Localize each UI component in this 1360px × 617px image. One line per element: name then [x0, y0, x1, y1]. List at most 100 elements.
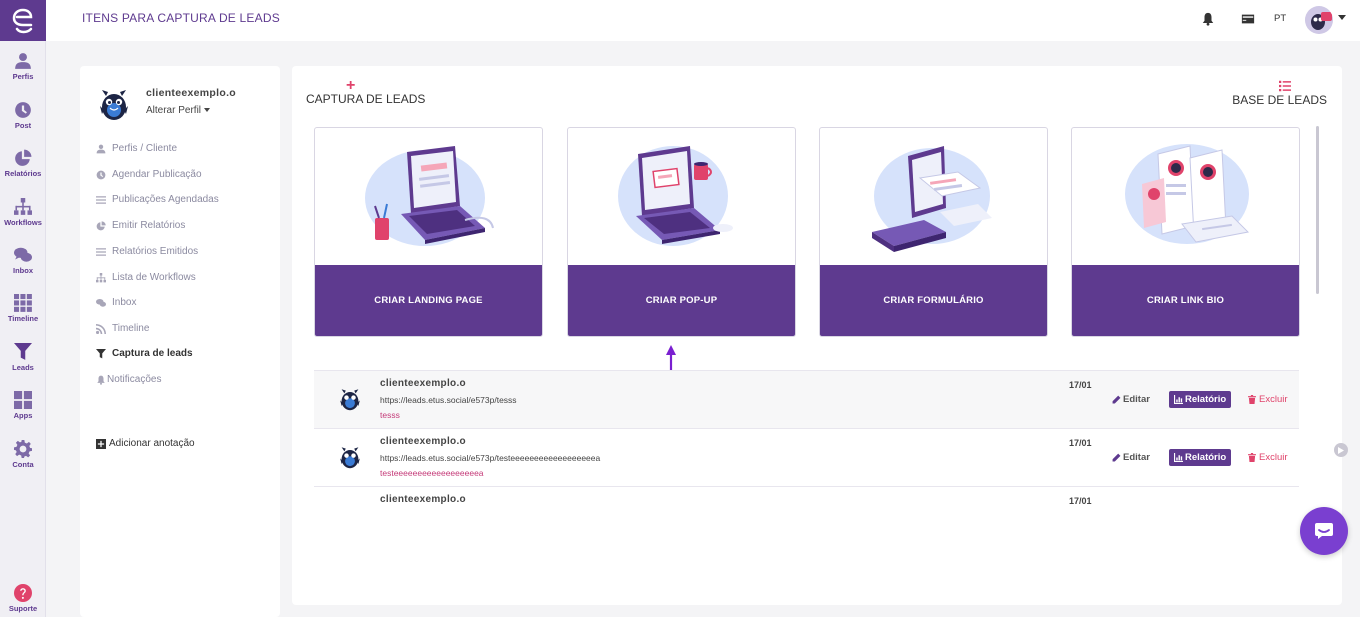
clock-icon	[96, 170, 106, 179]
card-button-label: CRIAR FORMULÁRIO	[820, 265, 1047, 336]
rail-item-inbox[interactable]: Inbox	[0, 246, 46, 275]
left-nav-rail: Perfis Post Relatórios Workflows Inbox T…	[0, 0, 46, 617]
rail-label: Inbox	[13, 266, 33, 275]
capture-leads-label: CAPTURA DE LEADS	[306, 92, 426, 106]
menu-item-label: Timeline	[112, 323, 150, 334]
list-item: clienteexemplo.o 17/01	[314, 486, 1299, 508]
report-label: Relatório	[1185, 452, 1227, 463]
rail-item-leads[interactable]: Leads	[0, 343, 46, 372]
menu-item-label: Emitir Relatórios	[112, 220, 186, 231]
chat-bubble-icon	[1315, 523, 1333, 539]
cards-scrollbar[interactable]	[1316, 126, 1319, 294]
clock-icon	[15, 102, 31, 118]
rail-label: Perfis	[12, 72, 34, 81]
language-selector[interactable]: PT	[1274, 13, 1286, 24]
rail-item-timeline[interactable]: Timeline	[0, 294, 46, 323]
report-label: Relatório	[1185, 394, 1227, 405]
rail-item-perfis[interactable]: Perfis	[0, 52, 46, 81]
rail-item-post[interactable]: Post	[0, 101, 46, 130]
rail-item-workflows[interactable]: Workflows	[0, 198, 46, 227]
gear-icon	[14, 440, 32, 458]
popup-illustration	[618, 146, 733, 246]
menu-item-relatorios-emitidos[interactable]: Relatórios Emitidos	[96, 246, 198, 257]
menu-item-notificacoes[interactable]: Notificações	[96, 374, 161, 385]
rail-label: Leads	[12, 363, 34, 372]
row-slug: testeeeeeeeeeeeeeeeeeea	[380, 468, 484, 478]
list-icon	[96, 247, 106, 256]
create-link-bio-card[interactable]: CRIAR LINK BIO	[1071, 127, 1300, 337]
trash-icon	[1248, 395, 1256, 404]
report-button[interactable]: Relatório	[1169, 449, 1232, 466]
menu-item-label: Agendar Publicação	[112, 169, 202, 180]
rail-item-apps[interactable]: Apps	[0, 391, 46, 420]
menu-item-agendar-publicacao[interactable]: Agendar Publicação	[96, 169, 202, 180]
leads-base-label: BASE DE LEADS	[1232, 93, 1327, 107]
rail-item-conta[interactable]: Conta	[0, 440, 46, 469]
credit-card-icon	[1241, 14, 1255, 24]
user-avatar[interactable]	[1305, 6, 1333, 34]
user-menu-caret[interactable]	[1338, 15, 1346, 20]
delete-label: Excluir	[1259, 452, 1288, 463]
menu-item-captura-leads[interactable]: Captura de leads	[96, 348, 193, 359]
rail-label: Workflows	[4, 218, 42, 227]
leads-list: clienteexemplo.o https://leads.etus.soci…	[314, 370, 1299, 508]
bell-icon	[97, 375, 105, 385]
list-item: clienteexemplo.o https://leads.etus.soci…	[314, 370, 1299, 428]
edit-label: Editar	[1123, 452, 1150, 463]
notifications-button[interactable]	[1201, 12, 1215, 31]
card-button-label: CRIAR LINK BIO	[1072, 265, 1299, 336]
rail-label: Relatórios	[4, 169, 42, 178]
play-icon	[1338, 446, 1344, 454]
rail-item-relatorios[interactable]: Relatórios	[0, 149, 46, 178]
side-panel-toggle[interactable]	[1334, 443, 1348, 457]
top-bar: ITENS PARA CAPTURA DE LEADS PT	[46, 0, 1360, 41]
report-button[interactable]: Relatório	[1169, 391, 1232, 408]
add-note-button[interactable]: Adicionar anotação	[96, 438, 195, 449]
rail-label: Timeline	[7, 314, 39, 323]
row-date: 17/01	[1069, 380, 1092, 390]
row-avatar-mascot-icon	[340, 447, 360, 469]
delete-button[interactable]: Excluir	[1248, 394, 1288, 405]
grid-icon	[14, 294, 32, 312]
bar-chart-icon	[1174, 395, 1183, 404]
edit-button[interactable]: Editar	[1112, 452, 1150, 463]
filter-icon	[96, 348, 106, 358]
row-url[interactable]: https://leads.etus.social/e573p/testeeee…	[380, 453, 600, 463]
row-avatar-mascot-icon	[340, 389, 360, 411]
billing-button[interactable]	[1241, 12, 1255, 31]
rail-item-suporte[interactable]: Suporte	[0, 584, 46, 613]
support-chat-button[interactable]	[1300, 507, 1348, 555]
sitemap-icon	[96, 272, 106, 282]
row-slug: tesss	[380, 410, 400, 420]
create-landing-page-card[interactable]: CRIAR LANDING PAGE	[314, 127, 543, 337]
menu-item-emitir-relatorios[interactable]: Emitir Relatórios	[96, 220, 185, 231]
menu-item-label: Publicações Agendadas	[112, 194, 219, 205]
app-logo[interactable]	[0, 0, 46, 41]
card-button-label: CRIAR LANDING PAGE	[315, 265, 542, 336]
list-icon	[1279, 80, 1291, 92]
add-note-label: Adicionar anotação	[109, 438, 195, 449]
delete-button[interactable]: Excluir	[1248, 452, 1288, 463]
form-illustration	[872, 146, 992, 252]
menu-item-timeline[interactable]: Timeline	[96, 323, 149, 334]
menu-item-perfis-cliente[interactable]: Perfis / Cliente	[96, 143, 177, 154]
profile-name: clienteexemplo.o	[146, 87, 236, 99]
menu-item-label: Notificações	[107, 374, 162, 385]
capture-leads-tab[interactable]: + CAPTURA DE LEADS	[306, 78, 426, 107]
edit-button[interactable]: Editar	[1112, 394, 1150, 405]
main-panel: + CAPTURA DE LEADS BASE DE LEADS CRIAR L…	[292, 66, 1342, 605]
menu-item-lista-workflows[interactable]: Lista de Workflows	[96, 272, 196, 283]
row-profile-name: clienteexemplo.o	[380, 378, 466, 389]
rss-icon	[96, 323, 106, 334]
leads-base-tab[interactable]: BASE DE LEADS	[1232, 80, 1327, 107]
row-url[interactable]: https://leads.etus.social/e573p/tesss	[380, 395, 517, 405]
etus-logo-icon	[12, 8, 33, 33]
create-popup-card[interactable]: CRIAR POP-UP	[567, 127, 796, 337]
monster-mascot-icon	[100, 90, 128, 120]
row-profile-name: clienteexemplo.o	[380, 436, 466, 447]
create-form-card[interactable]: CRIAR FORMULÁRIO	[819, 127, 1048, 337]
bell-icon	[1202, 12, 1214, 26]
menu-item-publicacoes-agendadas[interactable]: Publicações Agendadas	[96, 194, 219, 205]
menu-item-inbox[interactable]: Inbox	[96, 297, 136, 308]
change-profile-dropdown[interactable]: Alterar Perfil	[146, 105, 210, 116]
